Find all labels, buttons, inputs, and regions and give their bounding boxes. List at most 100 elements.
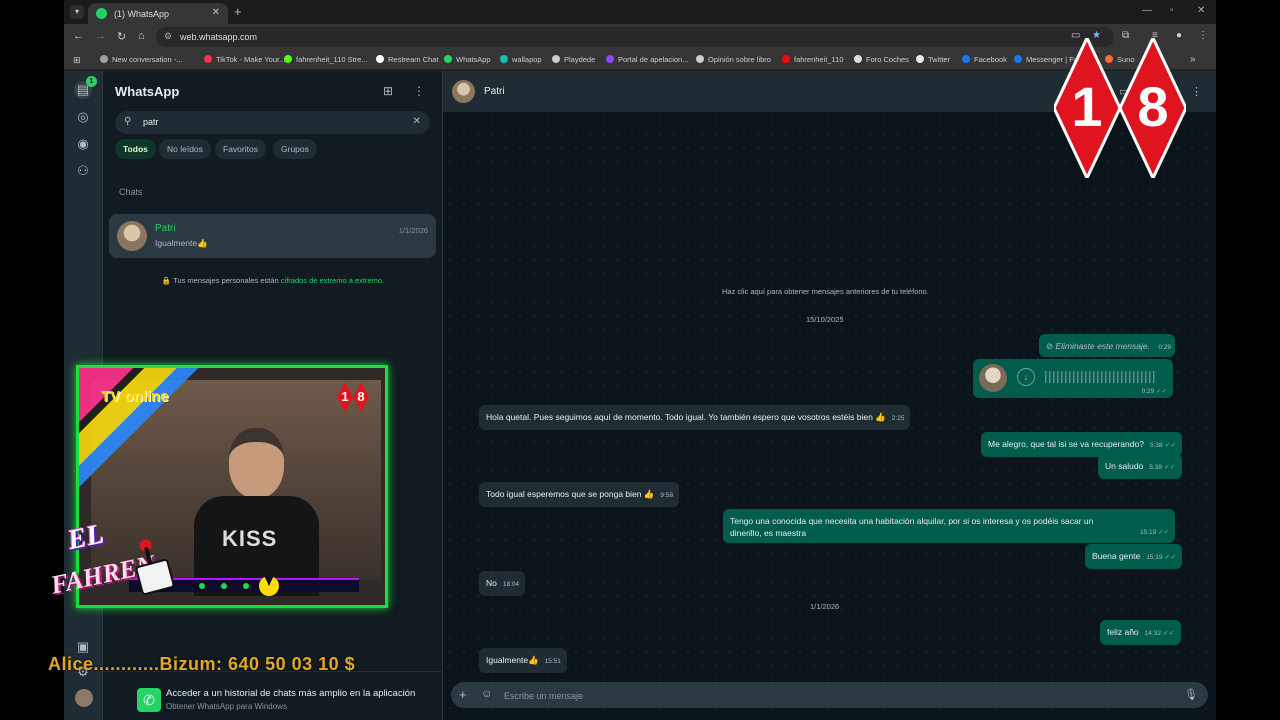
search-input[interactable]: ⚲ patr ✕ <box>115 111 430 134</box>
address-bar[interactable]: ⚙ web.whatsapp.com <box>156 27 1114 47</box>
bookmark-item[interactable]: Opinión sobre libro <box>696 55 771 64</box>
message-composer[interactable]: + ☺ Escribe un mensaje 🎙 <box>451 682 1208 708</box>
clear-search-icon[interactable]: ✕ <box>413 116 421 127</box>
bookmark-item[interactable]: Playdede <box>552 55 595 64</box>
sender-avatar <box>979 364 1007 392</box>
mini-rating-badge: 18 <box>337 382 369 412</box>
back-icon[interactable]: ← <box>73 30 84 42</box>
message-text: Un saludo <box>1105 461 1144 471</box>
read-receipt-icon: ✓✓ <box>1164 442 1177 449</box>
new-tab-button[interactable]: + <box>234 4 242 19</box>
message-text: Igualmente👍 <box>486 655 539 665</box>
deleted-text: Eliminaste este mensaje. <box>1055 341 1151 351</box>
bookmark-item[interactable]: fahrenheit_110 <box>782 55 844 64</box>
bookmark-item[interactable]: Restream Chat <box>376 55 438 64</box>
conversation-title: Patri <box>484 86 505 97</box>
message-input[interactable]: Escribe un mensaje <box>504 691 583 701</box>
read-receipt-icon: ✓✓ <box>1162 630 1175 637</box>
menu-icon[interactable]: ⋮ <box>1198 30 1208 41</box>
message-time: 15:19 <box>1146 554 1163 561</box>
bookmark-item[interactable]: wallapop <box>500 55 542 64</box>
download-app-banner[interactable]: ✆ Acceder a un historial de chats más am… <box>103 671 443 720</box>
emoji-icon[interactable]: ☺ <box>481 688 492 700</box>
bookmark-item[interactable]: Facebook <box>962 55 1007 64</box>
message-time: 2:25 <box>891 415 905 422</box>
outgoing-message: feliz año 14:32 ✓✓ <box>1100 620 1181 645</box>
encryption-note: 🔒 Tus mensajes personales están cifrados… <box>161 276 385 285</box>
banner-subtitle[interactable]: Obtener WhatsApp para Windows <box>166 702 287 711</box>
attach-icon[interactable]: + <box>459 687 467 702</box>
bookmark-item[interactable]: Portal de apelacion... <box>606 55 688 64</box>
filter-favorites[interactable]: Favoritos <box>215 139 266 159</box>
bookmark-item[interactable]: Twitter <box>916 55 950 64</box>
apps-grid-icon[interactable]: ⊞ <box>73 55 81 66</box>
bookmarks-bar: New conversation -... TikTok - Make Your.… <box>64 50 1216 70</box>
message-time: 0:29 <box>1158 344 1172 351</box>
tab-whatsapp[interactable]: (1) WhatsApp ✕ <box>88 3 228 24</box>
filter-groups[interactable]: Grupos <box>273 139 317 159</box>
bookmark-item[interactable]: WhatsApp <box>444 55 491 64</box>
streamer-head <box>229 428 284 498</box>
bookmark-item[interactable]: Foro Coches <box>854 55 909 64</box>
site-info-icon[interactable]: ⚙ <box>164 31 172 42</box>
browser-window: ▾ (1) WhatsApp ✕ + — ▫ ✕ ← → ↻ ⌂ ⚙ web.w… <box>64 0 1216 720</box>
message-time: 14:32 <box>1144 630 1161 637</box>
search-icon: ⚲ <box>124 116 132 127</box>
bookmark-item[interactable]: New conversation -... <box>100 55 182 64</box>
banner-title: Acceder a un historial de chats más ampl… <box>166 688 416 699</box>
more-bookmarks-icon[interactable]: » <box>1190 54 1196 65</box>
incoming-message: Hola quetal. Pues seguimos aquí de momen… <box>479 405 911 430</box>
message-time: 0:29 ✓✓ <box>1141 388 1167 395</box>
filter-all[interactable]: Todos <box>115 139 156 159</box>
profile-avatar[interactable] <box>75 689 93 707</box>
home-icon[interactable]: ⌂ <box>138 30 145 42</box>
message-time: 5:38 <box>1149 464 1162 471</box>
bookmark-item[interactable]: fahrenheit_110 Stre... <box>284 55 368 64</box>
search-query: patr <box>143 117 159 127</box>
outgoing-message: Un saludo 5:38 ✓✓ <box>1098 454 1182 479</box>
contact-avatar <box>117 221 147 251</box>
minimize-icon[interactable]: — <box>1142 5 1152 16</box>
streamer: KISS <box>194 418 319 596</box>
close-window-icon[interactable]: ✕ <box>1197 5 1205 16</box>
tab-strip: ▾ (1) WhatsApp ✕ + — ▫ ✕ <box>64 0 1216 24</box>
conversation-menu-icon[interactable]: ⋮ <box>1191 85 1202 98</box>
message-text: feliz año <box>1107 627 1139 637</box>
load-older-hint[interactable]: Haz clic aquí para obtener mensajes ante… <box>722 287 929 296</box>
last-message-date: 1/1/2026 <box>398 226 428 235</box>
read-receipt-icon: ✓✓ <box>1164 554 1177 561</box>
contact-name: Patri <box>155 223 176 234</box>
voice-message[interactable]: ↓ 0:29 ✓✓ <box>973 359 1173 398</box>
chat-list-item[interactable]: Patri Igualmente👍 1/1/2026 <box>109 214 436 258</box>
maximize-icon[interactable]: ▫ <box>1170 5 1174 16</box>
tv-online-label: TV online <box>101 388 169 405</box>
encryption-link[interactable]: cifrados de extremo a extremo. <box>281 276 384 285</box>
filter-unread[interactable]: No leídos <box>159 139 211 159</box>
download-icon[interactable]: ↓ <box>1017 368 1035 386</box>
encryption-text: Tus mensajes personales están <box>173 276 281 285</box>
reload-icon[interactable]: ↻ <box>117 30 126 43</box>
bookmark-item[interactable]: TikTok - Make Your... <box>204 55 285 64</box>
tab-search-button[interactable]: ▾ <box>70 5 84 19</box>
new-chat-icon[interactable]: ⊞ <box>383 84 393 98</box>
channels-icon[interactable]: ◉ <box>74 135 92 153</box>
incoming-message: Igualmente👍 15:51 <box>479 648 567 673</box>
message-text: Me alegro, que tal isi se va recuperando… <box>988 439 1144 449</box>
communities-icon[interactable]: ⚇ <box>74 162 92 180</box>
close-tab-icon[interactable]: ✕ <box>212 7 220 18</box>
status-icon[interactable]: ◎ <box>74 108 92 126</box>
section-label: Chats <box>119 187 143 197</box>
audio-waveform[interactable] <box>1045 371 1155 383</box>
deleted-message: ⊘ Eliminaste este mensaje. 0:29 <box>1039 334 1175 357</box>
message-text: Hola quetal. Pues seguimos aquí de momen… <box>486 412 886 422</box>
microphone-icon[interactable]: 🎙 <box>1184 688 1198 701</box>
message-time: 18:04 <box>502 581 520 588</box>
rating-digit-8: 8 <box>1118 34 1188 182</box>
more-options-icon[interactable]: ⋮ <box>413 84 425 98</box>
whatsapp-favicon-icon <box>96 8 107 19</box>
outgoing-message: Tengo una conocida que necesita una habi… <box>723 509 1175 543</box>
url-text: web.whatsapp.com <box>180 32 258 42</box>
message-time: 15:19 ✓✓ <box>1140 529 1169 536</box>
forward-icon[interactable]: → <box>95 30 106 42</box>
contact-avatar[interactable] <box>452 80 475 103</box>
